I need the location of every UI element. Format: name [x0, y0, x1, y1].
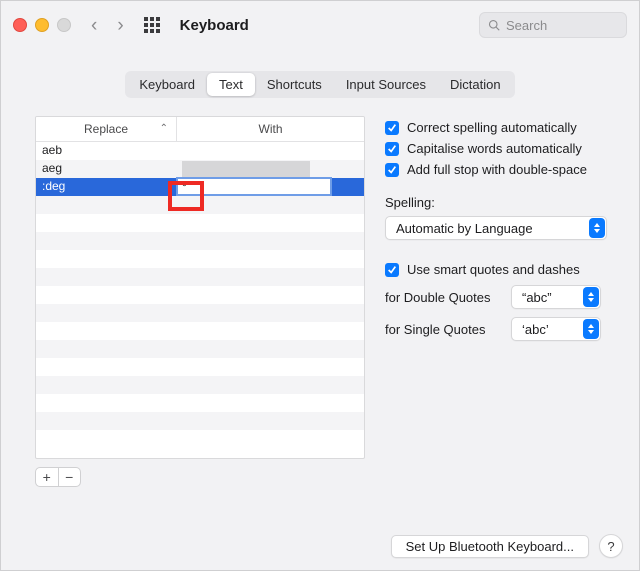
table-row[interactable]	[36, 394, 364, 412]
table-row[interactable]	[36, 196, 364, 214]
window-controls	[13, 18, 71, 32]
tab-keyboard[interactable]: Keyboard	[127, 73, 207, 96]
table-row[interactable]	[36, 286, 364, 304]
capitalise-checkbox[interactable]	[385, 142, 399, 156]
stepper-icon	[589, 218, 605, 238]
capitalise-row: Capitalise words automatically	[385, 141, 611, 156]
sort-chevron-icon: ⌃	[160, 123, 168, 134]
full-stop-label: Add full stop with double-space	[407, 162, 587, 177]
forward-button[interactable]: ›	[117, 16, 123, 35]
correct-spelling-checkbox[interactable]	[385, 121, 399, 135]
stepper-icon	[583, 287, 599, 307]
table-row[interactable]	[36, 304, 364, 322]
cell-replace: aeb	[36, 142, 176, 160]
zoom-window-button[interactable]	[57, 18, 71, 32]
tab-text[interactable]: Text	[207, 73, 255, 96]
cell-with	[176, 160, 364, 178]
content: Replace⌃ With aeb aeg :deg	[1, 98, 639, 487]
table-row[interactable]	[36, 358, 364, 376]
options-panel: Correct spelling automatically Capitalis…	[385, 116, 611, 487]
spelling-label: Spelling:	[385, 195, 611, 210]
table-row[interactable]	[36, 268, 364, 286]
double-quotes-select[interactable]: “abc”	[511, 285, 601, 309]
table-row[interactable]	[36, 340, 364, 358]
nav-arrows: ‹ ›	[91, 16, 124, 35]
cell-replace: aeg	[36, 160, 176, 178]
double-quotes-row: for Double Quotes “abc”	[385, 285, 611, 309]
column-with[interactable]: With	[177, 117, 364, 141]
smart-quotes-row: Use smart quotes and dashes	[385, 262, 611, 277]
titlebar: ‹ › Keyboard Search	[1, 1, 639, 49]
full-stop-row: Add full stop with double-space	[385, 162, 611, 177]
bottom-bar: Set Up Bluetooth Keyboard... ?	[391, 534, 623, 558]
single-quotes-label: for Single Quotes	[385, 322, 503, 337]
search-placeholder: Search	[506, 18, 547, 33]
with-edit-input[interactable]	[176, 177, 332, 196]
smart-quotes-label: Use smart quotes and dashes	[407, 262, 580, 277]
tab-input-sources[interactable]: Input Sources	[334, 73, 438, 96]
add-button[interactable]: +	[36, 468, 59, 486]
capitalise-label: Capitalise words automatically	[407, 141, 582, 156]
tab-dictation[interactable]: Dictation	[438, 73, 513, 96]
table-row[interactable]	[36, 214, 364, 232]
tab-shortcuts[interactable]: Shortcuts	[255, 73, 334, 96]
table-row[interactable]	[36, 430, 364, 448]
help-button[interactable]: ?	[599, 534, 623, 558]
double-quotes-value: “abc”	[522, 290, 552, 305]
remove-button[interactable]: −	[59, 468, 81, 486]
table-row[interactable]	[36, 412, 364, 430]
table-row-selected[interactable]: :deg	[36, 178, 364, 196]
page-title: Keyboard	[180, 17, 249, 34]
correct-spelling-label: Correct spelling automatically	[407, 120, 577, 135]
table-row[interactable]	[36, 322, 364, 340]
show-all-icon[interactable]	[144, 17, 160, 33]
cell-with	[176, 142, 364, 160]
smart-quotes-checkbox[interactable]	[385, 263, 399, 277]
spelling-select[interactable]: Automatic by Language	[385, 216, 607, 240]
tabbar: Keyboard Text Shortcuts Input Sources Di…	[125, 71, 514, 98]
table-row[interactable]	[36, 232, 364, 250]
table-header: Replace⌃ With	[36, 117, 364, 142]
add-remove-buttons: + −	[35, 467, 81, 487]
setup-bluetooth-button[interactable]: Set Up Bluetooth Keyboard...	[391, 535, 589, 558]
preferences-window: ‹ › Keyboard Search Keyboard Text Shortc…	[0, 0, 640, 571]
close-window-button[interactable]	[13, 18, 27, 32]
stepper-icon	[583, 319, 599, 339]
table-row[interactable]	[36, 376, 364, 394]
replacements-panel: Replace⌃ With aeb aeg :deg	[35, 116, 365, 487]
correct-spelling-row: Correct spelling automatically	[385, 120, 611, 135]
single-quotes-row: for Single Quotes ‘abc’	[385, 317, 611, 341]
replacements-table: Replace⌃ With aeb aeg :deg	[35, 116, 365, 459]
table-row[interactable]	[36, 250, 364, 268]
single-quotes-value: ‘abc’	[522, 322, 549, 337]
column-replace[interactable]: Replace⌃	[36, 117, 177, 141]
back-button[interactable]: ‹	[91, 16, 97, 35]
minimize-window-button[interactable]	[35, 18, 49, 32]
cell-replace: :deg	[36, 178, 176, 196]
table-row[interactable]: aeg	[36, 160, 364, 178]
tabs: Keyboard Text Shortcuts Input Sources Di…	[1, 71, 639, 98]
spelling-value: Automatic by Language	[396, 221, 533, 236]
search-input[interactable]: Search	[479, 12, 627, 38]
cell-with-editing	[176, 178, 364, 196]
full-stop-checkbox[interactable]	[385, 163, 399, 177]
single-quotes-select[interactable]: ‘abc’	[511, 317, 601, 341]
table-row[interactable]: aeb	[36, 142, 364, 160]
double-quotes-label: for Double Quotes	[385, 290, 503, 305]
table-body: aeb aeg :deg	[36, 142, 364, 458]
search-icon	[488, 19, 500, 31]
